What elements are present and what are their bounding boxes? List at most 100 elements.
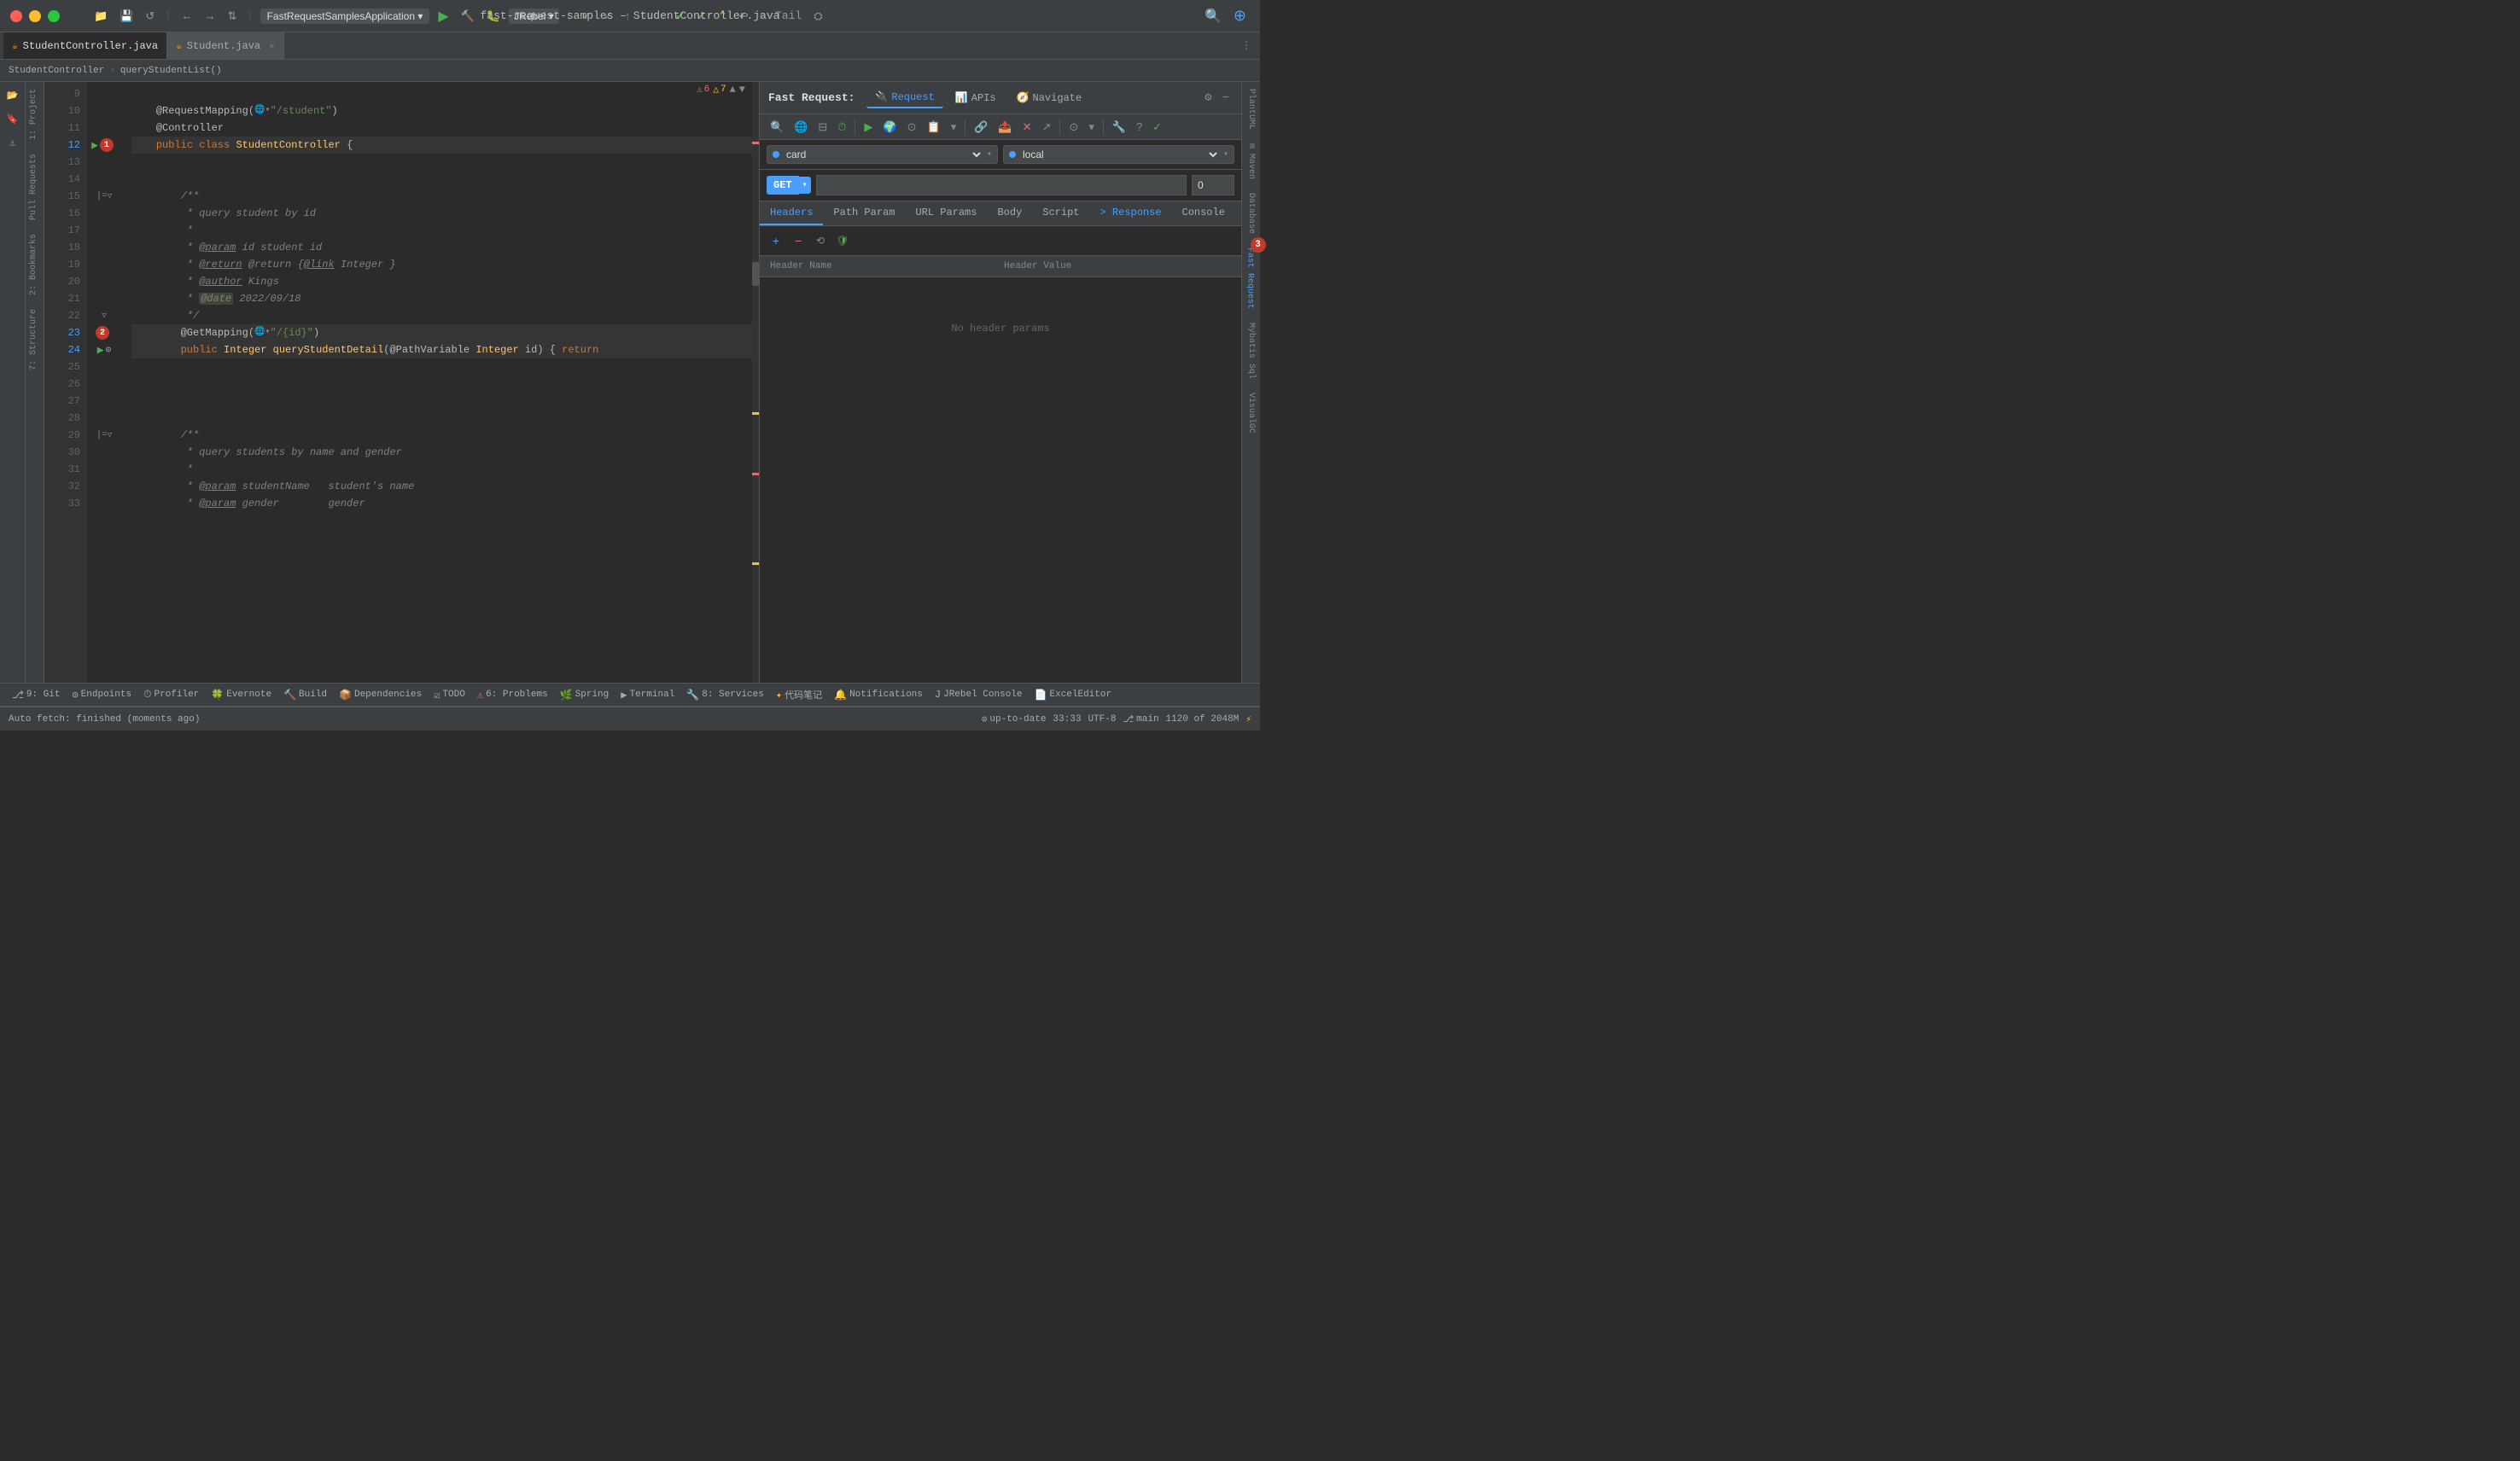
tool-btn-ok[interactable]: ✓ [1149,119,1165,136]
bt-problems[interactable]: ⚠ 6: Problems [472,687,553,703]
bt-git[interactable]: ⎇ 9: Git [7,687,65,703]
bt-code-notes[interactable]: ✦ 代码笔记 [771,686,827,703]
error-count[interactable]: ⚠ 6 [697,84,709,96]
req-tab-path-param[interactable]: Path Param [823,201,905,225]
tool-btn-3[interactable]: ⊟ [814,119,831,136]
bt-evernote[interactable]: 🍀 Evernote [206,687,277,703]
sidebar-icon-structure[interactable]: ⚓ [3,133,23,154]
bt-excel-editor[interactable]: 📄 ExcelEditor [1030,687,1117,703]
project-dropdown-btn[interactable]: FastRequestSamplesApplication ▾ [260,9,430,24]
search-tool-btn[interactable]: 🔍 [767,119,787,136]
build-btn[interactable]: 🔨 [458,8,478,25]
fold-arrow-15[interactable]: ▽ [108,192,112,201]
search-btn[interactable]: 🔍 [1201,5,1225,26]
minus-icon[interactable]: − [1219,90,1233,107]
vtab-visualgc[interactable]: VisualGC [1243,386,1259,440]
warning-count[interactable]: △ 7 [713,84,726,96]
rp-tab-request[interactable]: 🔌 Request [866,87,942,108]
translate-btn[interactable]: ⛭ [810,8,825,25]
bt-services[interactable]: 🔧 8: Services [681,687,769,703]
tab-student[interactable]: ☕ Student.java ✕ [167,32,284,59]
vtab-database[interactable]: Database [1243,186,1259,241]
fold-icon-29[interactable]: |= [96,430,108,440]
fold-arrow-22[interactable]: ▽ [102,311,106,320]
env-card-wrap[interactable]: card ▾ [767,145,998,164]
method-group[interactable]: GET ▾ [767,176,811,195]
req-tab-body[interactable]: Body [987,201,1032,225]
tool-btn-9[interactable]: ⊙ [1065,119,1082,136]
remove-header-btn[interactable]: − [789,231,808,250]
bt-spring[interactable]: 🌿 Spring [555,687,615,703]
save-btn[interactable]: 💾 [116,8,137,25]
tab-student-controller[interactable]: ☕ StudentController.java [3,32,167,59]
tool-btn-2[interactable]: 🌐 [790,119,811,136]
req-tab-headers[interactable]: Headers [760,201,823,225]
tab-close-2[interactable]: ✕ [269,40,275,52]
bt-build[interactable]: 🔨 Build [278,687,332,703]
encoding-status[interactable]: UTF-8 [1088,714,1116,725]
back-btn[interactable]: ← [178,8,195,24]
rp-tab-apis[interactable]: 📊 APIs [947,88,1005,108]
forward-btn[interactable]: → [201,8,219,24]
close-button[interactable] [10,10,22,22]
memory-status[interactable]: 1120 of 2048M [1166,714,1240,725]
tool-btn-8[interactable]: 📤 [995,119,1015,136]
side-label-structure[interactable]: 7: Structure [26,302,44,377]
expand-btn[interactable]: ▼ [739,84,745,96]
code-lines[interactable]: @RequestMapping(🌐▾"/student") @Controlle… [121,82,752,683]
timeout-input[interactable] [1192,175,1234,195]
method-dropdown[interactable]: ▾ [799,177,811,194]
refresh-btn[interactable]: ↺ [142,8,158,25]
project-tree-btn[interactable]: 📁 [90,8,111,25]
minimize-button[interactable] [29,10,41,22]
tool-btn-6[interactable]: ⊙ [904,119,920,136]
bt-profiler[interactable]: ⏱ Profiler [138,687,204,702]
req-tab-url-params[interactable]: URL Params [905,201,987,225]
side-label-pull-requests[interactable]: Pull Requests [26,147,44,227]
fold-icon-15[interactable]: |= [96,191,108,201]
run-icon-24[interactable]: ▶ [97,344,104,357]
recent-files-btn[interactable]: ⇅ [224,8,240,25]
tool-btn-5[interactable]: ▶ [860,119,876,136]
req-tab-console[interactable]: Console [1172,201,1235,225]
req-tab-script[interactable]: Script [1032,201,1089,225]
tool-btn-x[interactable]: ✕ [1019,119,1035,136]
tool-btn-7[interactable]: 📋 [924,119,944,136]
bt-todo[interactable]: ☑ TODO [429,687,470,703]
bt-jrebel-console[interactable]: J JRebel Console [930,687,1028,702]
bt-terminal[interactable]: ▶ Terminal [615,687,680,703]
bt-dependencies[interactable]: 📦 Dependencies [334,687,427,703]
run-icon-12[interactable]: ▶ [91,139,98,152]
sync-status[interactable]: ⊙ up-to-date [982,713,1047,725]
bt-endpoints[interactable]: ⊙ Endpoints [67,687,137,703]
breadcrumb-class[interactable]: StudentController [9,66,104,76]
tool-btn-4[interactable]: ⏱ [834,119,849,136]
git-branch-status[interactable]: ⎇ main [1123,713,1158,725]
run-icon2-24[interactable]: ⊙ [106,344,112,356]
shield-btn[interactable]: 🛡 [833,231,852,250]
add-plugin-btn[interactable]: ⊕ [1230,5,1250,26]
tool-btn-dropdown-2[interactable]: ▾ [1085,119,1098,136]
fold-arrow-29[interactable]: ▽ [108,431,112,439]
tool-btn-11[interactable]: ? [1133,119,1146,135]
maximize-button[interactable] [48,10,60,22]
settings-icon[interactable]: ⚙ [1201,89,1215,107]
env-local-wrap[interactable]: local ▾ [1003,145,1234,164]
method-select[interactable]: GET [767,176,799,195]
import-header-btn[interactable]: ⟲ [811,231,830,250]
side-label-project[interactable]: 1: Project [26,82,44,147]
tool-btn-env[interactable]: 🌍 [879,119,900,136]
breadcrumb-method[interactable]: queryStudentList() [120,66,222,76]
add-header-btn[interactable]: + [767,231,785,250]
bt-notifications[interactable]: 🔔 Notifications [829,687,928,703]
vtab-plantuml[interactable]: PlantUML [1243,82,1259,137]
tab-overflow-menu[interactable]: ⋮ [1233,32,1260,59]
editor-scrollbar[interactable] [752,82,759,683]
tool-btn-10[interactable]: 🔧 [1109,119,1129,136]
req-tab-response[interactable]: > Response [1089,201,1171,225]
vtab-maven[interactable]: m Maven [1243,137,1259,186]
env-select-2[interactable]: local [1019,148,1220,161]
tool-btn-link[interactable]: 🔗 [971,119,991,136]
env-select-1[interactable]: card [783,148,983,161]
url-input[interactable] [816,175,1187,195]
